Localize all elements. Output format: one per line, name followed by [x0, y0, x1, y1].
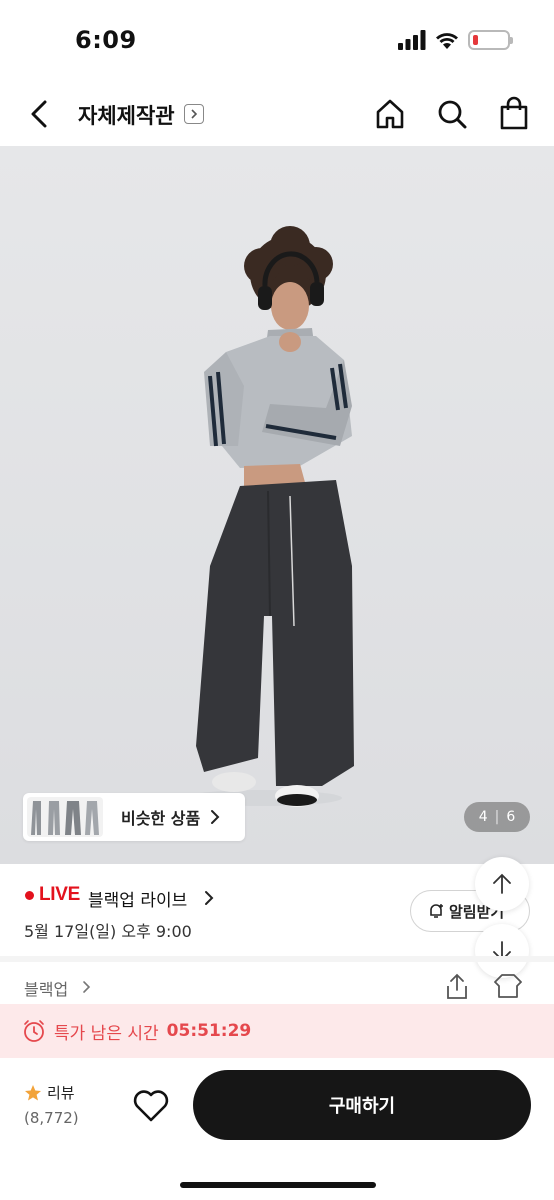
live-tag: LIVE — [39, 884, 81, 905]
brand-link[interactable]: 블랙업 — [24, 976, 68, 1000]
sale-timer-value: 05:51:29 — [166, 1021, 252, 1041]
live-broadcast-section: LIVE 블랙업 라이브 5월 17일(일) 오후 9:00 알림받기 — [0, 864, 554, 956]
status-icons — [398, 30, 513, 50]
live-dot-icon — [25, 891, 34, 900]
clock-icon — [24, 1020, 44, 1042]
chevron-right-icon — [211, 810, 220, 824]
store-name[interactable]: 자체제작관 — [78, 100, 175, 130]
image-page-indicator: 4 | 6 — [464, 802, 530, 832]
live-date: 5월 17일(일) 오후 9:00 — [24, 922, 192, 941]
arrow-up-icon — [493, 873, 511, 894]
star-icon — [25, 1084, 41, 1100]
search-icon[interactable] — [434, 96, 470, 132]
review-summary[interactable]: 리뷰 (8,772) — [24, 1082, 79, 1127]
home-indicator — [180, 1182, 376, 1188]
nav-bar: 자체제작관 — [0, 82, 554, 146]
battery-level — [473, 35, 478, 45]
bottom-action-bar: 리뷰 (8,772) 구매하기 — [0, 1058, 554, 1200]
status-bar: 6:09 — [0, 0, 554, 80]
page-current: 4 — [478, 809, 488, 825]
page-separator: | — [494, 809, 500, 825]
bell-plus-icon — [430, 904, 443, 918]
fitting-icon[interactable] — [492, 972, 524, 1000]
model-photo — [0, 146, 554, 864]
similar-products-thumbnail — [27, 797, 103, 837]
live-title-link[interactable]: 블랙업 라이브 — [88, 886, 187, 911]
chevron-right-icon[interactable] — [82, 980, 91, 994]
battery-icon — [468, 30, 513, 50]
home-icon[interactable] — [372, 96, 408, 132]
review-count: (8,772) — [24, 1109, 79, 1127]
similar-products-button[interactable]: 비슷한 상품 — [23, 793, 245, 841]
similar-products-label: 비슷한 상품 — [121, 809, 201, 828]
sale-timer-bar: 특가 남은 시간 05:51:29 — [0, 1004, 554, 1058]
cellular-signal-icon — [398, 30, 426, 50]
scroll-top-button[interactable] — [475, 857, 529, 911]
store-chevron-icon[interactable] — [184, 104, 204, 124]
share-icon[interactable] — [444, 972, 470, 1000]
heart-icon[interactable] — [132, 1088, 170, 1124]
page-total: 6 — [506, 809, 516, 825]
wifi-icon — [436, 33, 458, 49]
review-label: 리뷰 — [47, 1084, 75, 1102]
brand-row: 블랙업 — [0, 962, 554, 1004]
chevron-right-icon[interactable] — [204, 890, 214, 906]
product-image[interactable]: 비슷한 상품 4 | 6 — [0, 146, 554, 864]
back-arrow-icon[interactable] — [24, 96, 56, 132]
buy-button[interactable]: 구매하기 — [193, 1070, 531, 1140]
status-time: 6:09 — [75, 26, 137, 54]
shopping-bag-icon[interactable] — [496, 96, 532, 132]
sale-timer-label: 특가 남은 시간 — [54, 1023, 159, 1044]
